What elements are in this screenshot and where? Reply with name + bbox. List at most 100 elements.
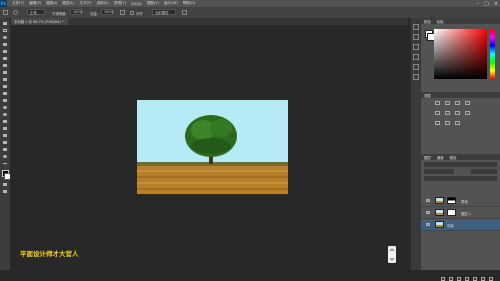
color-picker-field[interactable] [434, 29, 487, 79]
color-balance-adjust-icon[interactable] [455, 111, 460, 115]
sample-dropdown[interactable]: 当前图层 [152, 9, 176, 15]
menu-window[interactable]: 窗口(W) [164, 1, 178, 6]
properties-panel-icon[interactable] [413, 34, 419, 40]
airbrush-icon[interactable] [120, 10, 125, 15]
flow-field[interactable]: 100% [101, 9, 114, 15]
watermark-text: 平面设计师才大官人 [20, 250, 79, 258]
type-tool-icon[interactable] [2, 126, 8, 131]
paragraph-panel-icon[interactable] [413, 64, 419, 70]
clone-stamp-tool-icon[interactable] [2, 77, 8, 82]
brightness-adjust-icon[interactable] [435, 101, 440, 105]
path-select-tool-icon[interactable] [2, 133, 8, 138]
menu-view[interactable]: 视图(V) [147, 1, 159, 6]
menu-edit[interactable]: 编辑(E) [29, 1, 41, 6]
exposure-adjust-icon[interactable] [465, 101, 470, 105]
quick-select-tool-icon[interactable] [2, 42, 8, 47]
invert-adjust-icon[interactable] [435, 121, 440, 125]
info-panel-icon[interactable] [413, 74, 419, 80]
layer-row-selected[interactable]: 背景 [421, 220, 500, 231]
history-panel-icon[interactable] [413, 24, 419, 30]
brush-panel-icon[interactable] [413, 44, 419, 50]
opacity-dropdown[interactable] [471, 169, 497, 174]
more-tools-icon[interactable] [2, 161, 8, 166]
channels-tab[interactable]: 通道 [437, 155, 444, 160]
healing-brush-tool-icon[interactable] [2, 63, 8, 68]
menu-type[interactable]: 文字(Y) [79, 1, 91, 6]
adjustments-tab[interactable]: 调整 [424, 93, 431, 98]
maximize-button[interactable]: □ [484, 1, 489, 7]
move-tool-icon[interactable] [2, 21, 8, 26]
eyedropper-tool-icon[interactable] [2, 56, 8, 61]
layers-tab[interactable]: 图层 [424, 155, 431, 160]
color-tab[interactable]: 颜色 [424, 19, 431, 24]
minimize-button[interactable]: – [477, 1, 480, 7]
vibrance-adjust-icon[interactable] [435, 111, 440, 115]
layer-style-icon[interactable] [449, 277, 453, 281]
tool-preset-icon[interactable] [3, 10, 8, 15]
menu-image[interactable]: 图像(I) [46, 1, 57, 6]
hue-saturation-adjust-icon[interactable] [445, 111, 450, 115]
menu-bar: Ps 文件(F) 编辑(E) 图像(I) 图层(L) 文字(Y) 选择(S) 滤… [0, 0, 500, 7]
pen-tool-icon[interactable] [2, 119, 8, 124]
delete-layer-icon[interactable] [489, 277, 493, 281]
layer-row[interactable]: 图层 1 [421, 208, 500, 219]
menu-filter[interactable]: 滤镜(T) [114, 1, 126, 6]
navigator-widget[interactable] [388, 246, 396, 263]
gradient-tool-icon[interactable] [2, 98, 8, 103]
curves-adjust-icon[interactable] [455, 101, 460, 105]
blur-tool-icon[interactable] [2, 105, 8, 110]
layer-name[interactable]: 草地 [461, 199, 468, 204]
close-button[interactable]: × [494, 1, 498, 7]
visibility-eye-icon[interactable] [426, 199, 430, 202]
document-tab[interactable]: 未标题-1 @ 66.7% (RGB/8#) * [10, 18, 68, 25]
crop-tool-icon[interactable] [2, 49, 8, 54]
black-white-adjust-icon[interactable] [465, 111, 470, 115]
layer-thumbnail [435, 221, 444, 228]
dodge-tool-icon[interactable] [2, 112, 8, 117]
layer-filter-bar[interactable] [424, 162, 497, 167]
menu-3d[interactable]: 3D(D) [131, 2, 142, 6]
levels-adjust-icon[interactable] [445, 101, 450, 105]
visibility-eye-icon[interactable] [426, 223, 430, 226]
new-group-icon[interactable] [473, 277, 477, 281]
posterize-adjust-icon[interactable] [445, 121, 450, 125]
blend-mode-dropdown[interactable] [424, 169, 454, 174]
ignore-adjustment-icon[interactable] [182, 10, 187, 15]
link-layers-icon[interactable] [441, 277, 445, 281]
layer-mask-thumbnail[interactable] [447, 197, 456, 204]
paths-tab[interactable]: 路径 [450, 155, 457, 160]
menu-file[interactable]: 文件(F) [12, 1, 24, 6]
quick-mask-icon[interactable] [2, 182, 8, 187]
hue-slider[interactable] [490, 29, 495, 79]
marquee-tool-icon[interactable] [2, 28, 8, 33]
new-layer-icon[interactable] [481, 277, 485, 281]
threshold-adjust-icon[interactable] [455, 121, 460, 125]
brush-tool-icon[interactable] [2, 70, 8, 75]
document-image[interactable] [137, 100, 288, 194]
layer-name[interactable]: 图层 1 [461, 211, 471, 216]
aligned-checkbox[interactable] [130, 10, 134, 15]
zoom-tool-icon[interactable] [2, 154, 8, 159]
opacity-field[interactable]: 100% [70, 9, 83, 15]
add-mask-icon[interactable] [457, 277, 461, 281]
lasso-tool-icon[interactable] [2, 35, 8, 40]
new-adjustment-layer-icon[interactable] [465, 277, 469, 281]
menu-layer[interactable]: 图层(L) [62, 1, 74, 6]
menu-select[interactable]: 选择(S) [97, 1, 109, 6]
layer-row[interactable]: 草地 [421, 196, 500, 207]
eraser-tool-icon[interactable] [2, 91, 8, 96]
hand-tool-icon[interactable] [2, 147, 8, 152]
layer-mask-thumbnail[interactable] [447, 209, 456, 216]
screen-mode-icon[interactable] [2, 189, 8, 194]
shape-tool-icon[interactable] [2, 140, 8, 145]
layer-name[interactable]: 背景 [447, 223, 454, 228]
mode-dropdown[interactable]: 正常 [27, 9, 45, 15]
menu-help[interactable]: 帮助(H) [183, 1, 196, 6]
swatches-tab[interactable]: 色板 [437, 19, 444, 24]
character-panel-icon[interactable] [413, 54, 419, 60]
brush-preset-icon[interactable] [13, 10, 18, 15]
history-brush-tool-icon[interactable] [2, 84, 8, 89]
visibility-eye-icon[interactable] [426, 211, 430, 214]
lock-bar[interactable] [424, 176, 497, 181]
scroll-down-icon [389, 257, 395, 261]
